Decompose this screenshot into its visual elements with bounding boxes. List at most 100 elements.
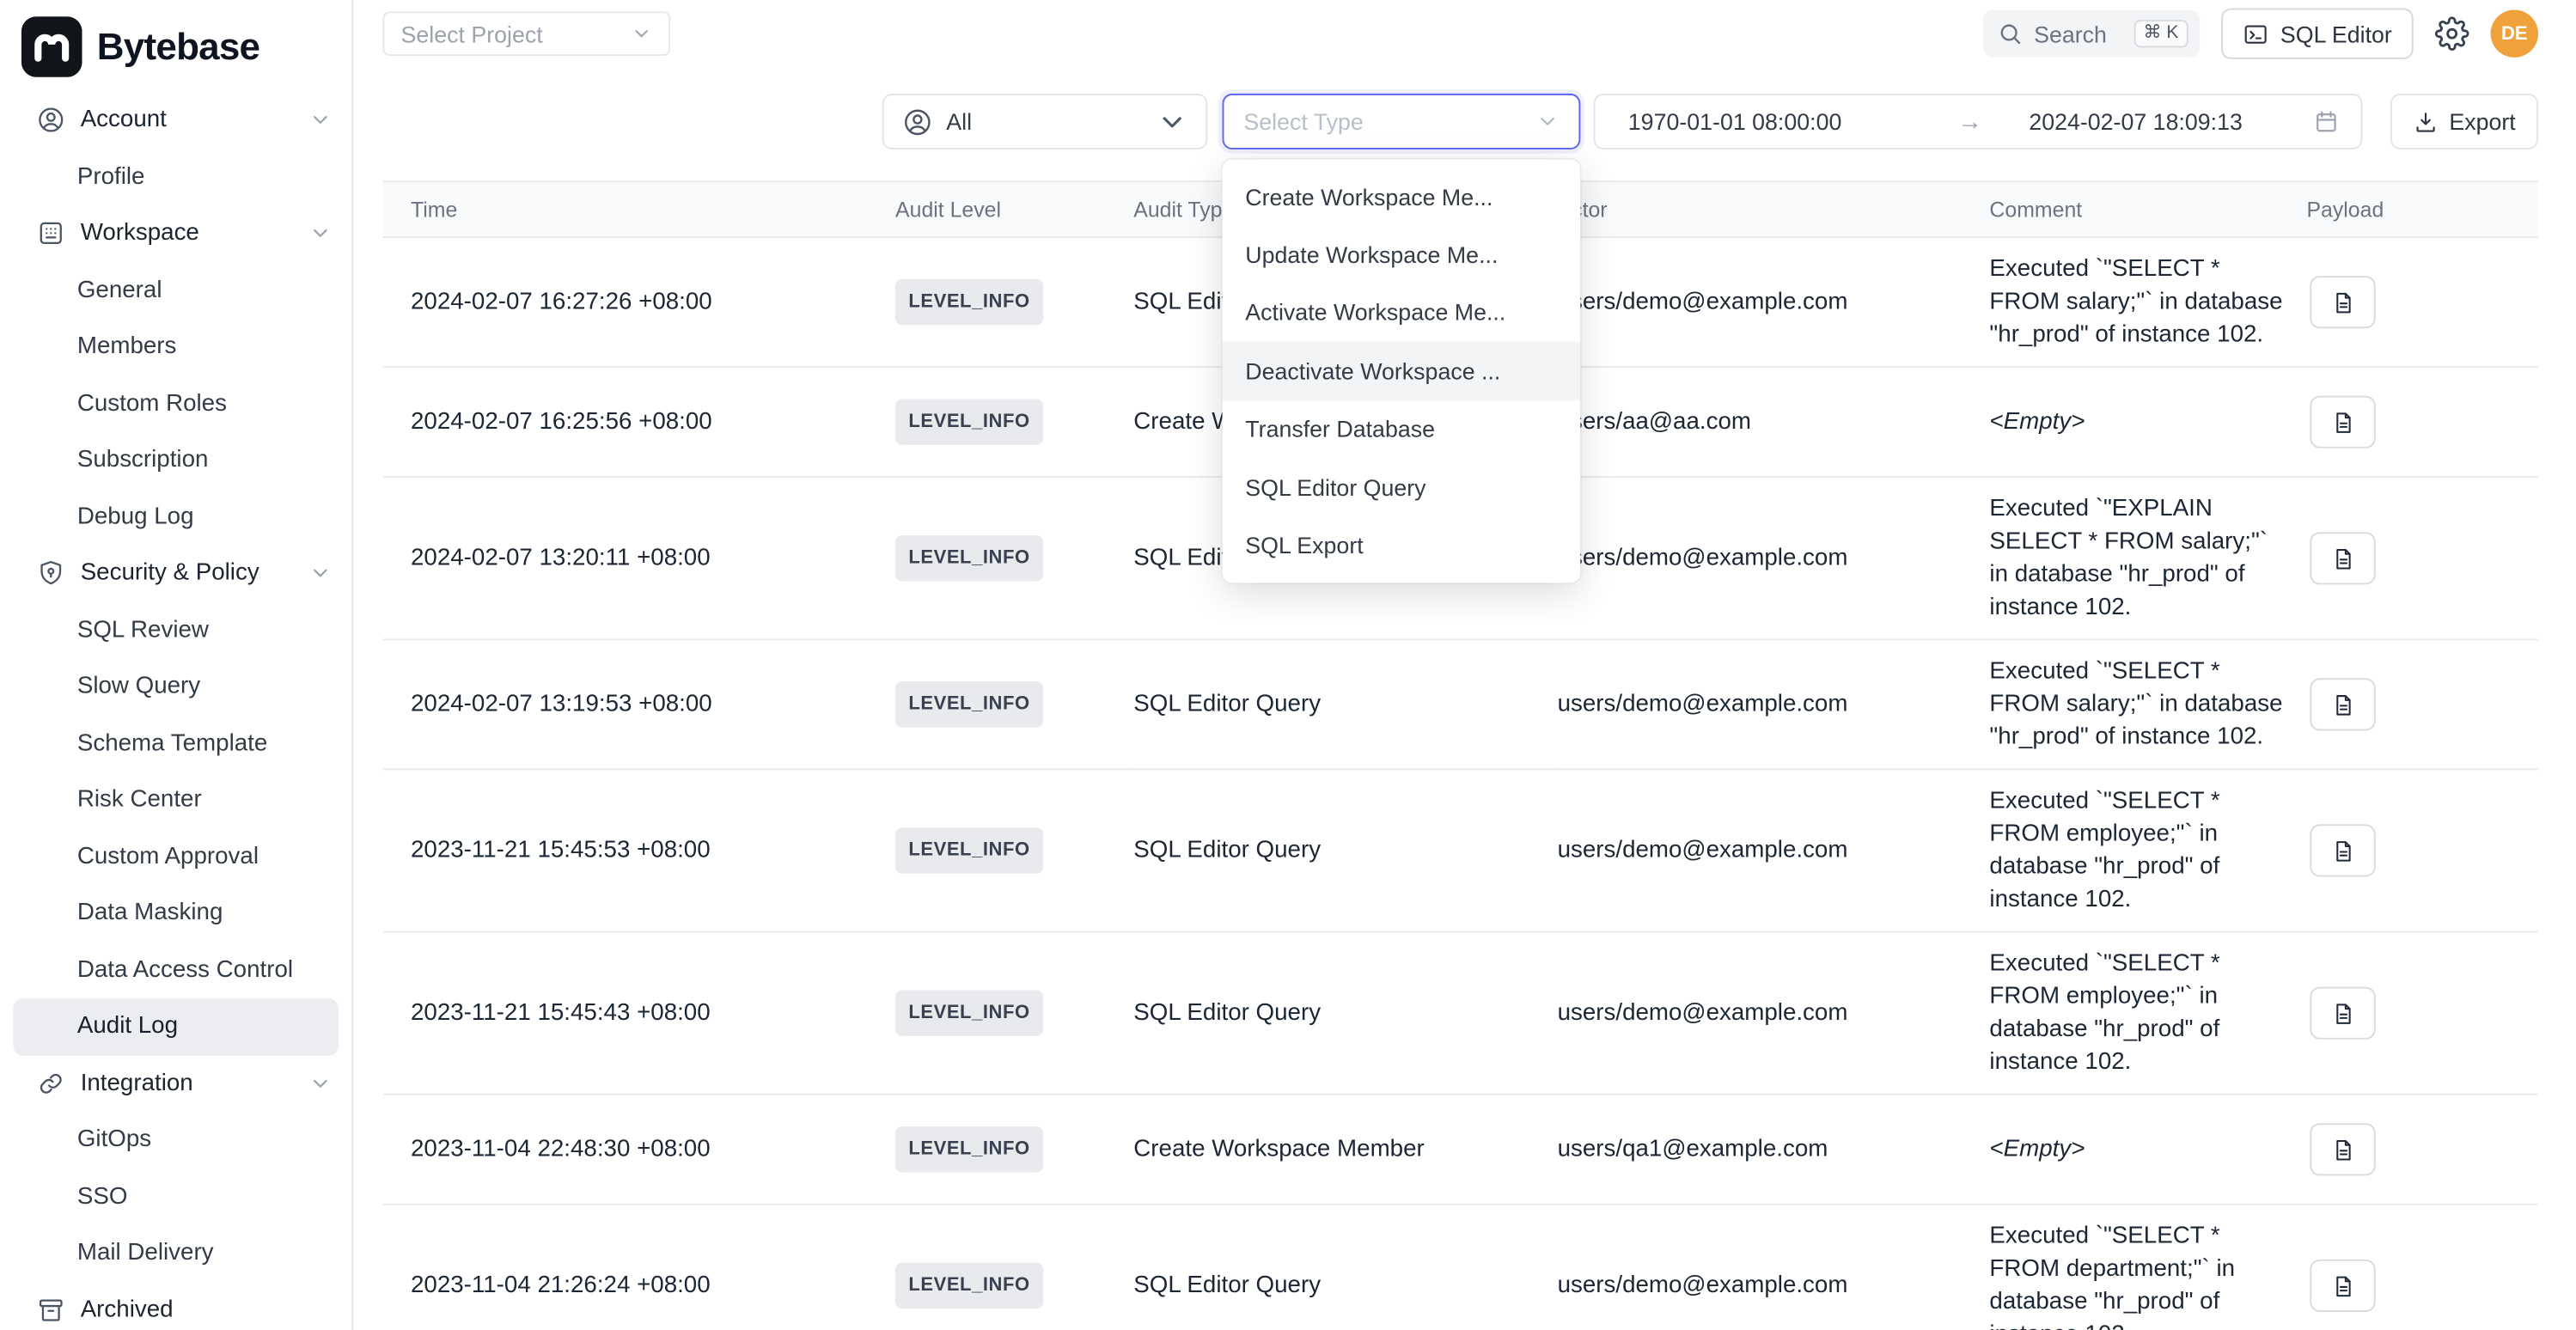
date-range-picker[interactable]: 1970-01-01 08:00:00 → 2024-02-07 18:09:1… xyxy=(1594,94,2363,149)
logo[interactable]: Bytebase xyxy=(0,0,351,77)
audit-level-badge: LEVEL_INFO xyxy=(895,990,1043,1036)
sql-editor-button[interactable]: SQL Editor xyxy=(2221,9,2414,59)
dropdown-item-activate-workspace-member[interactable]: Activate Workspace Me... xyxy=(1223,284,1581,342)
audit-time: 2024-02-07 13:19:53 +08:00 xyxy=(382,639,895,769)
audit-type: Create Workspace Member xyxy=(1133,1095,1557,1205)
audit-actor: users/demo@example.com xyxy=(1558,477,1990,639)
sidebar-item-slow-query[interactable]: Slow Query xyxy=(13,658,339,715)
item-label: Mail Delivery xyxy=(77,1240,214,1266)
date-range-end[interactable]: 2024-02-07 18:09:13 xyxy=(2003,108,2313,135)
section-label: Account xyxy=(81,107,167,134)
column-header-payload: Payload xyxy=(2306,181,2538,237)
sidebar-item-custom-approval[interactable]: Custom Approval xyxy=(13,828,339,885)
column-header-actor: Actor xyxy=(1558,181,1990,237)
column-header-comment: Comment xyxy=(1989,181,2306,237)
type-dropdown-menu: Create Workspace Me... Update Workspace … xyxy=(1223,159,1581,583)
workspace-grid-icon xyxy=(36,219,65,248)
sidebar-item-members[interactable]: Members xyxy=(13,319,339,375)
payload-view-button[interactable] xyxy=(2310,678,2375,730)
payload-view-button[interactable] xyxy=(2310,1123,2375,1175)
keyboard-shortcut-badge: ⌘ K xyxy=(2133,20,2188,47)
file-document-icon xyxy=(2330,1137,2355,1162)
user-avatar[interactable]: DE xyxy=(2491,9,2538,57)
payload-view-button[interactable] xyxy=(2310,987,2375,1040)
sidebar-section-account[interactable]: Account xyxy=(0,92,351,149)
search-input[interactable]: Search ⌘ K xyxy=(1983,9,2200,57)
project-select[interactable]: Select Project xyxy=(382,11,670,56)
sidebar-item-sso[interactable]: SSO xyxy=(13,1168,339,1225)
dropdown-item-sql-export[interactable]: SQL Export xyxy=(1223,516,1581,575)
actor-filter-select[interactable]: All xyxy=(882,94,1208,149)
sidebar-item-profile[interactable]: Profile xyxy=(13,149,339,205)
audit-actor: users/demo@example.com xyxy=(1558,1205,1990,1330)
table-row: 2024-02-07 13:19:53 +08:00 LEVEL_INFO SQ… xyxy=(382,639,2538,769)
sidebar-section-security-policy[interactable]: Security & Policy xyxy=(0,545,351,601)
sidebar-section-workspace[interactable]: Workspace xyxy=(0,205,351,262)
payload-view-button[interactable] xyxy=(2310,396,2375,448)
export-button[interactable]: Export xyxy=(2390,94,2538,149)
item-label: Data Access Control xyxy=(77,957,293,984)
item-label: Data Masking xyxy=(77,900,223,927)
dropdown-item-transfer-database[interactable]: Transfer Database xyxy=(1223,400,1581,458)
section-label: Archived xyxy=(81,1296,174,1323)
sidebar-item-debug-log[interactable]: Debug Log xyxy=(13,489,339,546)
table-row: 2023-11-21 15:45:53 +08:00 LEVEL_INFO SQ… xyxy=(382,769,2538,931)
sidebar-item-gitops[interactable]: GitOps xyxy=(13,1112,339,1168)
file-document-icon xyxy=(2330,546,2355,570)
audit-comment: Executed `"SELECT * FROM salary;"` in da… xyxy=(1989,639,2306,769)
payload-view-button[interactable] xyxy=(2310,824,2375,876)
item-label: Slow Query xyxy=(77,674,200,700)
download-icon xyxy=(2413,109,2438,134)
audit-time: 2023-11-21 15:45:53 +08:00 xyxy=(382,769,895,931)
sidebar-item-risk-center[interactable]: Risk Center xyxy=(13,772,339,828)
payload-view-button[interactable] xyxy=(2310,276,2375,328)
sidebar-item-subscription[interactable]: Subscription xyxy=(13,432,339,489)
sidebar-item-schema-template[interactable]: Schema Template xyxy=(13,715,339,772)
bytebase-app: Bytebase Account Profile Workspace Gener… xyxy=(0,0,2576,1330)
dropdown-item-sql-editor-query[interactable]: SQL Editor Query xyxy=(1223,458,1581,516)
settings-gear-icon[interactable] xyxy=(2435,16,2469,51)
bytebase-logo-icon xyxy=(21,16,82,77)
type-filter-placeholder: Select Type xyxy=(1243,108,1363,135)
audit-type: SQL Editor Query xyxy=(1133,932,1557,1095)
link-icon xyxy=(36,1069,65,1098)
dropdown-item-label: Create Workspace Me... xyxy=(1245,183,1492,210)
sidebar-section-integration[interactable]: Integration xyxy=(0,1055,351,1112)
date-range-start[interactable]: 1970-01-01 08:00:00 xyxy=(1628,108,1937,135)
dropdown-item-deactivate-workspace-member[interactable]: Deactivate Workspace ... xyxy=(1223,342,1581,400)
sidebar-item-audit-log[interactable]: Audit Log xyxy=(13,998,339,1055)
audit-actor: users/demo@example.com xyxy=(1558,639,1990,769)
sidebar-item-custom-roles[interactable]: Custom Roles xyxy=(13,375,339,432)
audit-comment: Executed `"SELECT * FROM employee;"` in … xyxy=(1989,932,2306,1095)
sidebar-item-data-access-control[interactable]: Data Access Control xyxy=(13,942,339,998)
chevron-down-icon xyxy=(308,222,332,245)
archive-icon xyxy=(36,1295,65,1324)
payload-view-button[interactable] xyxy=(2310,532,2375,584)
dropdown-item-update-workspace-member[interactable]: Update Workspace Me... xyxy=(1223,226,1581,284)
dropdown-item-create-workspace-member[interactable]: Create Workspace Me... xyxy=(1223,168,1581,226)
sidebar-item-mail-delivery[interactable]: Mail Delivery xyxy=(13,1225,339,1282)
table-row: 2023-11-04 22:48:30 +08:00 LEVEL_INFO Cr… xyxy=(382,1095,2538,1205)
audit-comment: Executed `"SELECT * FROM salary;"` in da… xyxy=(1989,237,2306,367)
sidebar-item-general[interactable]: General xyxy=(13,262,339,319)
audit-comment: Executed `"SELECT * FROM employee;"` in … xyxy=(1989,769,2306,931)
sidebar-section-archived[interactable]: Archived xyxy=(0,1282,351,1330)
sidebar-item-data-masking[interactable]: Data Masking xyxy=(13,885,339,942)
payload-view-button[interactable] xyxy=(2310,1260,2375,1312)
audit-level-badge: LEVEL_INFO xyxy=(895,681,1043,728)
shield-icon xyxy=(36,558,65,588)
audit-time: 2023-11-04 21:26:24 +08:00 xyxy=(382,1205,895,1330)
sidebar: Bytebase Account Profile Workspace Gener… xyxy=(0,0,353,1330)
item-label: Subscription xyxy=(77,447,209,473)
table-row: 2023-11-04 21:26:24 +08:00 LEVEL_INFO SQ… xyxy=(382,1205,2538,1330)
type-filter-select[interactable]: Select Type Create Workspace Me... Updat… xyxy=(1223,94,1581,149)
audit-actor: users/aa@aa.com xyxy=(1558,367,1990,477)
topbar: Select Project Search ⌘ K SQL Editor DE xyxy=(382,9,2538,59)
sidebar-item-sql-review[interactable]: SQL Review xyxy=(13,601,339,658)
audit-comment: Executed `"EXPLAIN SELECT * FROM salary;… xyxy=(1989,477,2306,639)
column-header-time: Time xyxy=(382,181,895,237)
audit-type: SQL Editor Query xyxy=(1133,1205,1557,1330)
search-icon xyxy=(1998,21,2023,46)
item-label: Debug Log xyxy=(77,503,194,530)
dropdown-item-label: Update Workspace Me... xyxy=(1245,241,1498,268)
